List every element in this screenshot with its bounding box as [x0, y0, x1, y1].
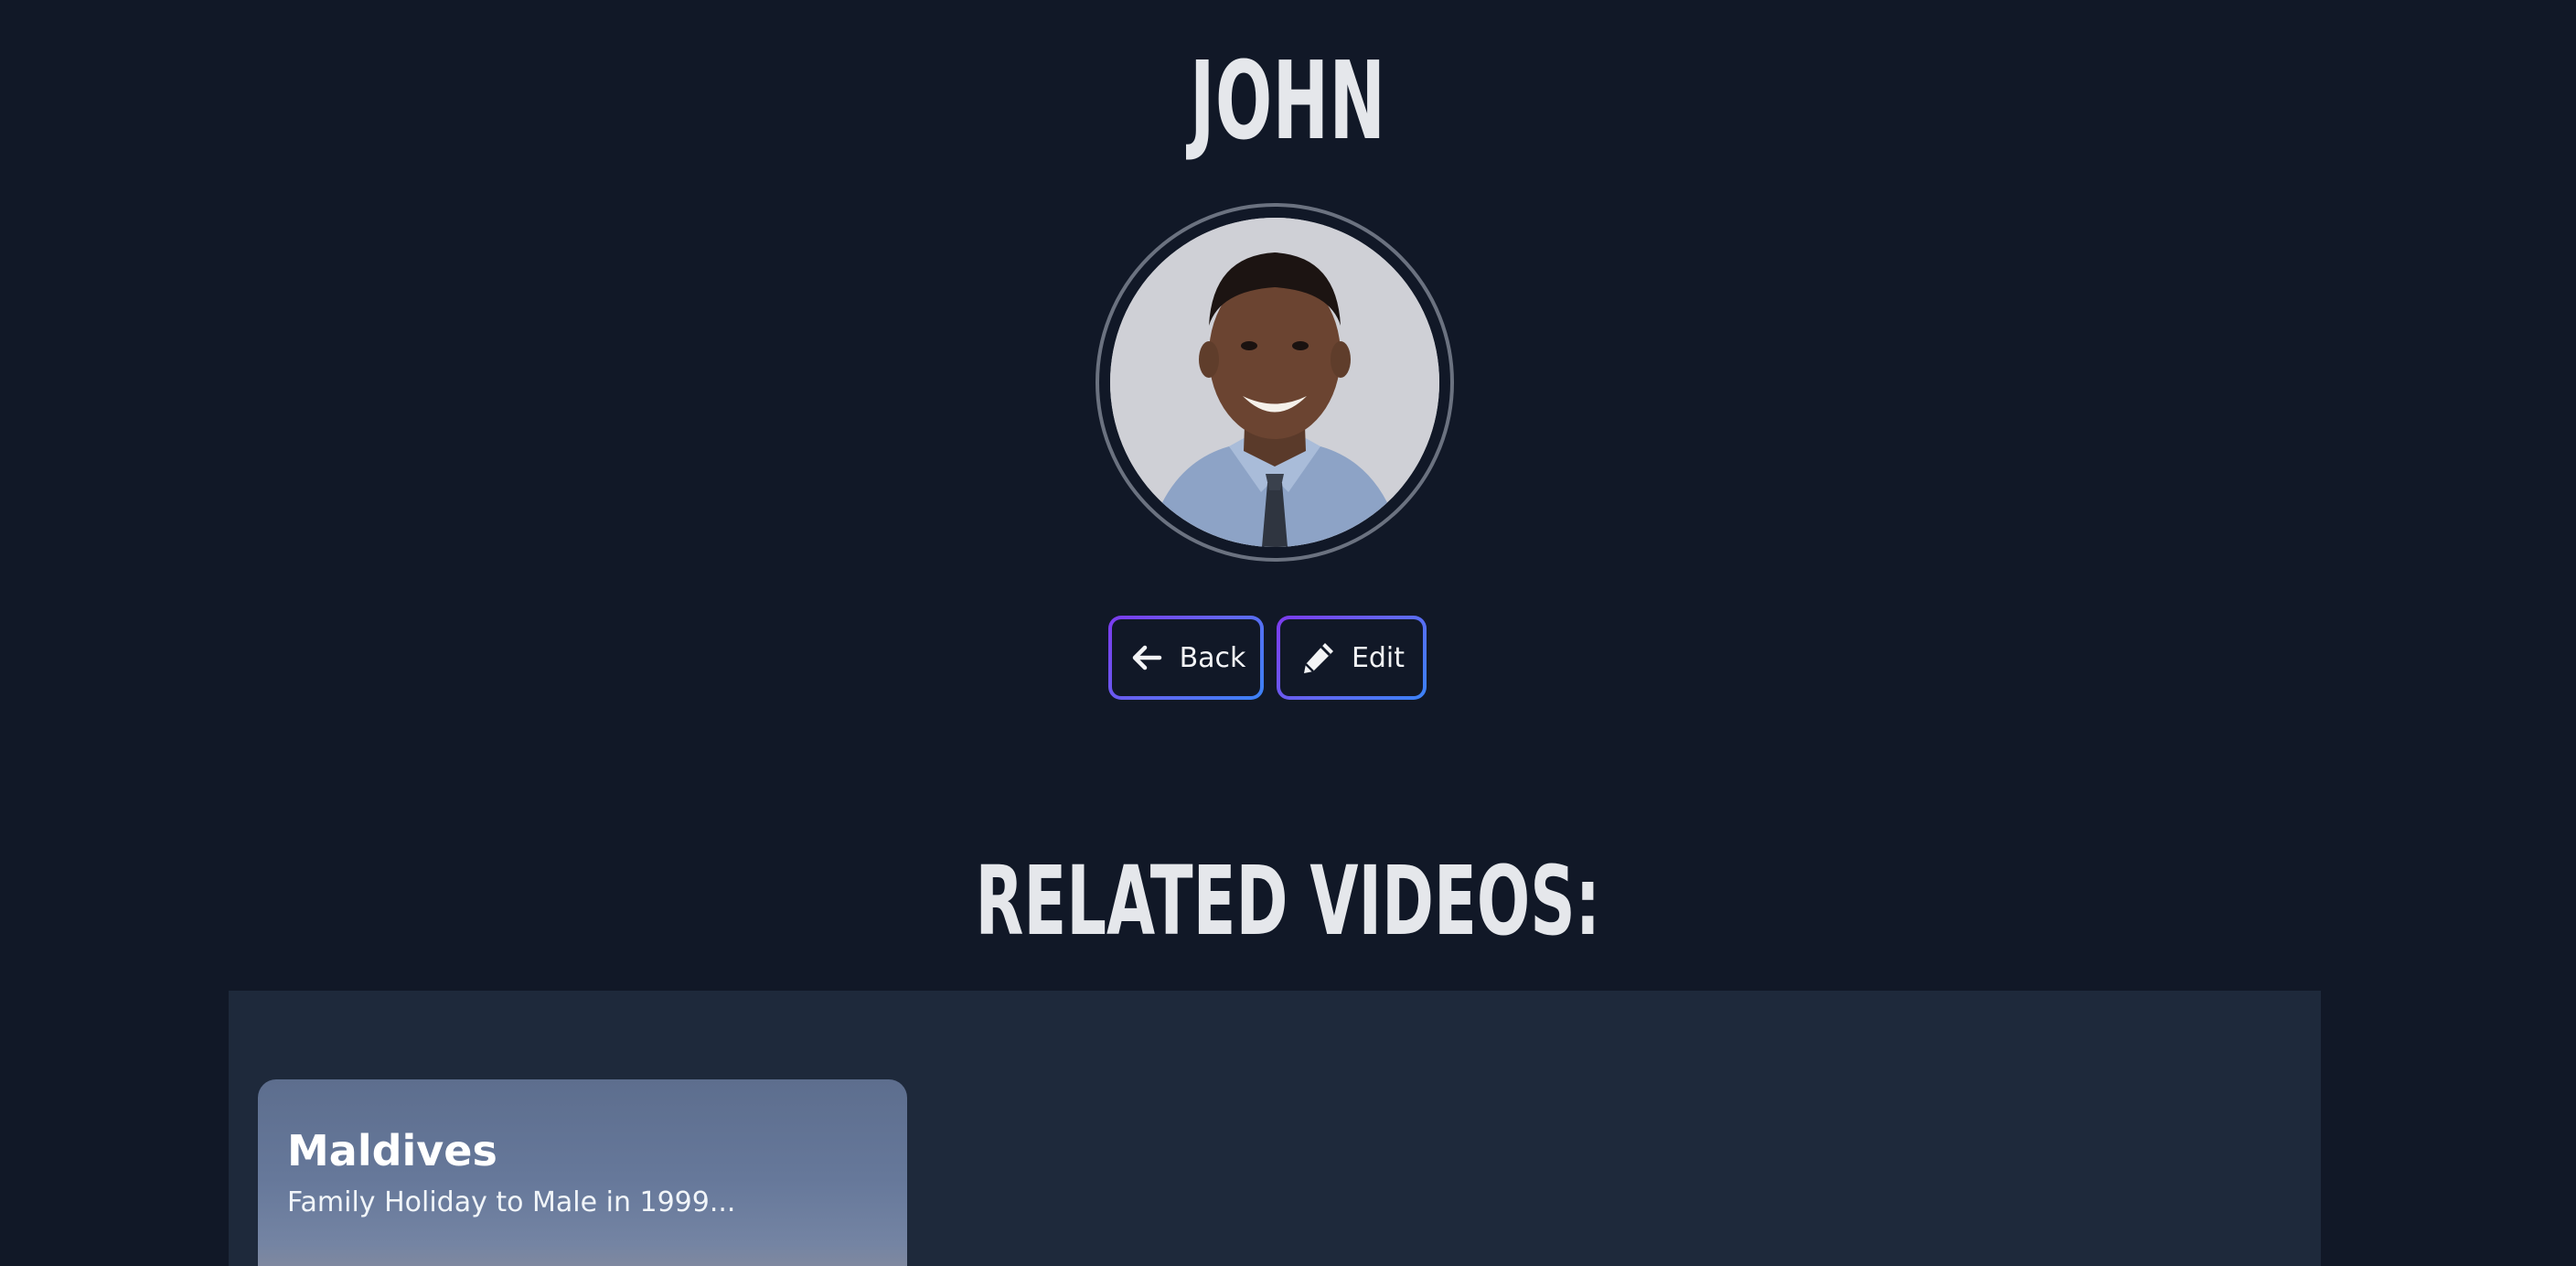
video-title: Maldives: [287, 1126, 497, 1175]
pencil-icon: [1299, 638, 1339, 678]
back-button-label: Back: [1179, 641, 1246, 674]
related-videos-panel: Maldives Family Holiday to Male in 1999.…: [229, 991, 2321, 1266]
back-button[interactable]: Back: [1108, 616, 1264, 700]
avatar-frame: [1096, 203, 1454, 562]
edit-button-inner: Edit: [1280, 619, 1423, 696]
profile-page: JOHN Back Edit RELATED VIDEOS: Maldives …: [0, 0, 2576, 1266]
avatar: [1110, 218, 1439, 547]
back-button-inner: Back: [1112, 619, 1260, 696]
edit-button-label: Edit: [1351, 641, 1406, 674]
related-videos-heading: RELATED VIDEOS:: [975, 845, 1601, 957]
video-description: Family Holiday to Male in 1999...: [287, 1186, 736, 1218]
edit-button[interactable]: Edit: [1277, 616, 1427, 700]
profile-name: JOHN: [1190, 38, 1386, 164]
person-photo-icon: [1110, 218, 1439, 547]
video-card[interactable]: Maldives Family Holiday to Male in 1999.…: [258, 1079, 907, 1266]
arrow-left-icon: [1127, 638, 1167, 678]
